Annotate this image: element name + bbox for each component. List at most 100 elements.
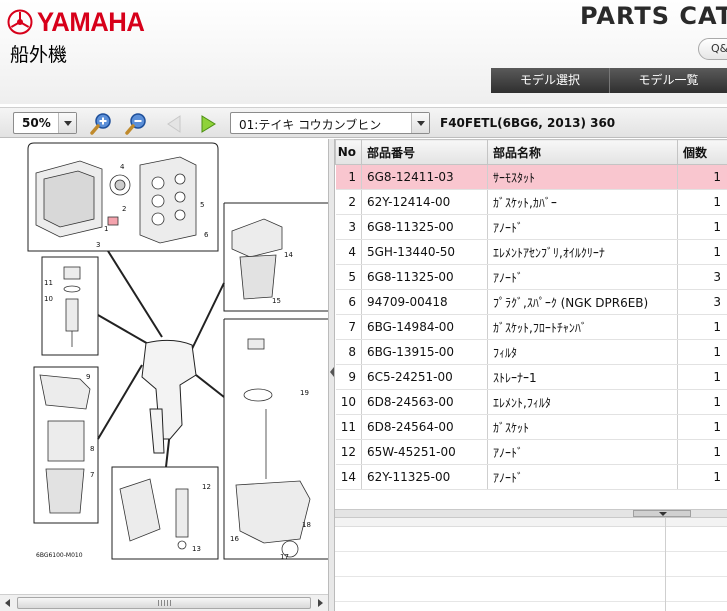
cell-part-number: 65W-45251-00 [361,439,488,465]
previous-page-icon[interactable] [162,112,186,136]
cell-part-number: 6BG-13915-00 [361,339,488,365]
cell-qty: 1 [677,339,727,365]
exploded-diagram-pane[interactable]: 1 2 3 4 5 6 7 8 9 10 11 12 13 14 15 16 1… [0,139,328,611]
model-list-button[interactable]: モデル一覧 [610,68,727,93]
callout-19[interactable]: 19 [300,389,309,397]
cell-no: 8 [335,339,362,365]
callout-16[interactable]: 16 [230,535,239,543]
parts-list-pane: No 部品番号 部品名称 個数 1 6G8-12411-03 ｻｰﾓｽﾀｯﾄ 1 2 62… [335,139,727,509]
zoom-in-icon[interactable] [89,112,113,136]
callout-6[interactable]: 6 [204,231,209,239]
callout-8[interactable]: 8 [90,445,94,453]
next-page-icon[interactable] [196,112,220,136]
callout-10[interactable]: 10 [44,295,53,303]
callout-18[interactable]: 18 [302,521,311,529]
callout-4[interactable]: 4 [120,163,125,171]
app-header: YAMAHA 船外機 PARTS CATALOG Q&A モデル選択 モデル一覧 [0,0,727,104]
table-row[interactable]: 9 6C5-24251-00 ｽﾄﾚｰﾅｰ1 1 [335,364,727,390]
table-row[interactable]: 8 6BG-13915-00 ﾌｨﾙﾀ 1 [335,339,727,365]
cell-part-name: ｶﾞｽｹｯﾄ,ﾌﾛｰﾄﾁｬﾝﾊﾞ [487,314,678,340]
column-header-part-name[interactable]: 部品名称 [487,139,678,165]
callout-17[interactable]: 17 [280,553,289,561]
callout-11[interactable]: 11 [44,279,53,287]
cell-part-name: ｱﾉｰﾄﾞ [487,439,678,465]
callout-15[interactable]: 15 [272,297,281,305]
horizontal-splitter[interactable] [335,509,727,518]
scroll-right-icon[interactable] [312,595,328,611]
cell-part-name: ｶﾞｽｹｯﾄ [487,414,678,440]
cell-qty: 1 [677,214,727,240]
cell-qty: 1 [677,464,727,490]
chevron-down-icon[interactable] [411,113,429,133]
table-row[interactable]: 6 94709-00418 ﾌﾟﾗｸﾞ,ｽﾊﾟｰｸ (NGK DPR6EB) 3 [335,289,727,315]
cell-part-name: ｶﾞｽｹｯﾄ,ｶﾊﾞｰ [487,189,678,215]
callout-1[interactable]: 1 [104,225,108,233]
zoom-dropdown[interactable]: 50% [13,112,77,134]
table-row[interactable]: 5 6G8-11325-00 ｱﾉｰﾄﾞ 3 [335,264,727,290]
cell-qty: 1 [677,414,727,440]
diagram-horizontal-scrollbar[interactable] [0,594,328,611]
pane-splitter[interactable] [328,139,335,611]
table-row[interactable]: 4 5GH-13440-50 ｴﾚﾒﾝﾄｱｾﾝﾌﾞﾘ,ｵｲﾙｸﾘｰﾅ 1 [335,239,727,265]
diagram-page-dropdown[interactable]: 01:テイキ コウカンブヒン [230,112,430,134]
cell-part-name: ｱﾉｰﾄﾞ [487,464,678,490]
table-row[interactable]: 11 6D8-24564-00 ｶﾞｽｹｯﾄ 1 [335,414,727,440]
callout-12[interactable]: 12 [202,483,211,491]
figure-code: 6BG6100-M010 [36,552,83,559]
table-row[interactable]: 2 62Y-12414-00 ｶﾞｽｹｯﾄ,ｶﾊﾞｰ 1 [335,189,727,215]
cell-no: 1 [335,164,362,190]
callout-7[interactable]: 7 [90,471,94,479]
zoom-value: 50% [22,116,51,130]
callout-13[interactable]: 13 [192,545,201,553]
exploded-parts-diagram[interactable]: 1 2 3 4 5 6 7 8 9 10 11 12 13 14 15 16 1… [0,139,328,594]
cell-no: 14 [335,464,362,490]
callout-2[interactable]: 2 [122,205,126,213]
parts-table: No 部品番号 部品名称 個数 1 6G8-12411-03 ｻｰﾓｽﾀｯﾄ 1 2 62… [335,139,727,490]
detail-row [335,577,727,602]
cell-no: 6 [335,289,362,315]
detail-row [335,527,727,552]
callout-9[interactable]: 9 [86,373,90,381]
cell-part-number: 62Y-12414-00 [361,189,488,215]
column-header-qty[interactable]: 個数 [677,139,727,165]
table-row[interactable]: 7 6BG-14984-00 ｶﾞｽｹｯﾄ,ﾌﾛｰﾄﾁｬﾝﾊﾞ 1 [335,314,727,340]
cell-qty: 3 [677,264,727,290]
scrollbar-thumb[interactable] [17,597,311,609]
collapse-left-icon[interactable] [330,367,334,377]
cell-qty: 1 [677,439,727,465]
cell-no: 12 [335,439,362,465]
steering-bracket-drawing [119,478,189,550]
callout-5[interactable]: 5 [200,201,204,209]
splitter-handle-icon[interactable] [633,510,691,517]
grip-icon [158,600,172,606]
cell-no: 4 [335,239,362,265]
table-row[interactable]: 10 6D8-24563-00 ｴﾚﾒﾝﾄ,ﾌｨﾙﾀ 1 [335,389,727,415]
cell-part-name: ｱﾉｰﾄﾞ [487,214,678,240]
detail-row [335,552,727,577]
column-header-part-number[interactable]: 部品番号 [361,139,488,165]
cell-part-number: 94709-00418 [361,289,488,315]
carburetor-drawing [39,374,91,514]
cell-part-number: 6BG-14984-00 [361,314,488,340]
cell-part-number: 6D8-24563-00 [361,389,488,415]
column-header-no[interactable]: No [335,139,362,165]
table-row[interactable]: 1 6G8-12411-03 ｻｰﾓｽﾀｯﾄ 1 [335,164,727,190]
detail-header [335,518,727,527]
cell-qty: 1 [677,364,727,390]
scroll-left-icon[interactable] [0,595,16,611]
qa-button[interactable]: Q&A [698,38,727,60]
engine-block-drawing [35,156,197,244]
table-row[interactable]: 14 62Y-11325-00 ｱﾉｰﾄﾞ 1 [335,464,727,490]
zoom-out-icon[interactable] [124,112,148,136]
model-select-button[interactable]: モデル選択 [491,68,610,93]
table-row[interactable]: 3 6G8-11325-00 ｱﾉｰﾄﾞ 1 [335,214,727,240]
callout-3[interactable]: 3 [96,241,100,249]
chevron-down-icon[interactable] [58,113,76,133]
callout-14[interactable]: 14 [284,251,293,259]
cell-qty: 1 [677,314,727,340]
cell-part-number: 62Y-11325-00 [361,464,488,490]
table-row[interactable]: 12 65W-45251-00 ｱﾉｰﾄﾞ 1 [335,439,727,465]
lower-unit-drawing [235,338,311,558]
cell-no: 3 [335,214,362,240]
parts-catalog-title: PARTS CATALOG [580,2,727,30]
